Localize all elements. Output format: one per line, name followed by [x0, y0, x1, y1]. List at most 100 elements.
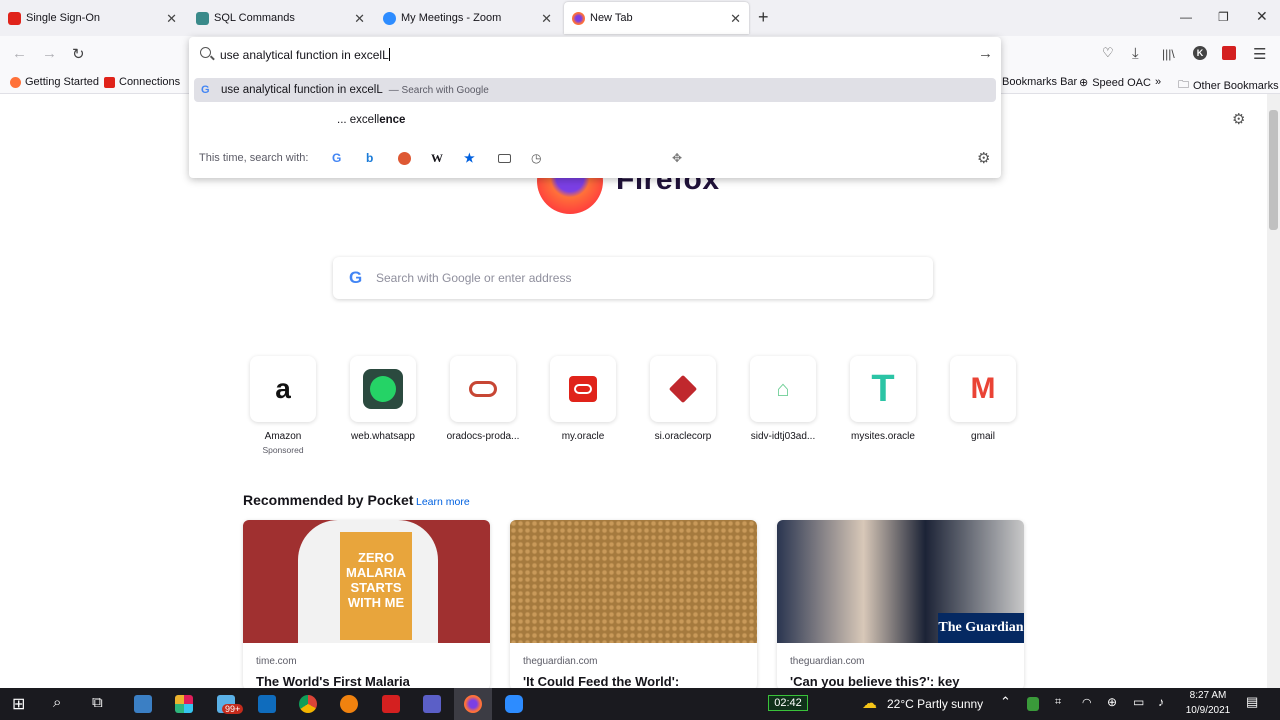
display-icon[interactable]: ▭ [1133, 695, 1144, 709]
search-settings-icon[interactable]: ⚙ [977, 149, 990, 167]
suggestion-excellence[interactable]: ... excellence [337, 114, 405, 126]
top-site-label: gmail [971, 431, 995, 442]
pocket-card[interactable]: The Guardian theguardian.com 'Can you be… [777, 520, 1024, 690]
history-icon[interactable]: ◷ [531, 151, 541, 165]
reload-icon[interactable]: ↻ [72, 45, 85, 63]
search-icon[interactable]: ⌕ [53, 694, 61, 711]
pocket-card[interactable]: ZERO MALARIA STARTS WITH ME time.com The… [243, 520, 490, 690]
shirt-print: ZERO MALARIA STARTS WITH ME [340, 532, 412, 640]
whatsapp-icon [363, 369, 403, 409]
tab-title: My Meetings - Zoom [401, 12, 502, 24]
bookmark-other[interactable]: 🗀 Other Bookmarks [1178, 76, 1279, 95]
tab-title: SQL Commands [214, 12, 295, 24]
acrobat-icon[interactable] [382, 695, 400, 713]
bookmark-getting-started[interactable]: Getting Started [10, 76, 99, 88]
top-site-mysites[interactable]: T [850, 356, 916, 422]
system-time[interactable]: 8:27 AM [1188, 690, 1228, 701]
folder-icon: 🗀 [1178, 79, 1189, 91]
top-site-oradocs[interactable] [450, 356, 516, 422]
bookmarks-star-icon[interactable]: ★ [464, 151, 475, 165]
scrollbar-thumb[interactable] [1269, 110, 1278, 230]
top-site-si-oraclecorp[interactable] [650, 356, 716, 422]
system-date[interactable]: 10/9/2021 [1184, 705, 1232, 716]
window-close-icon[interactable]: ✕ [1256, 8, 1268, 25]
urlbar-popup: use analytical function in excelL → G us… [189, 37, 1001, 178]
close-icon[interactable]: ✕ [354, 11, 365, 27]
tab-zoom[interactable]: My Meetings - Zoom ✕ [375, 2, 560, 34]
oracle-icon [104, 76, 115, 88]
suggestion-prefix: ... excell [337, 114, 380, 126]
top-site-label: si.oraclecorp [654, 431, 712, 442]
teams-icon[interactable] [423, 695, 441, 713]
suggestion-engine: — Search with Google [388, 84, 489, 96]
tab-sql-commands[interactable]: SQL Commands ✕ [188, 2, 373, 34]
close-icon[interactable]: ✕ [730, 11, 741, 27]
learn-more-link[interactable]: Learn more [416, 496, 470, 508]
windows-start-icon[interactable]: ⊞ [12, 694, 25, 714]
downloads-icon[interactable]: ⤓ [1132, 45, 1139, 62]
duckduckgo-icon[interactable] [398, 152, 411, 165]
suggestion-google[interactable]: G use analytical function in excelL — Se… [194, 78, 996, 102]
sql-icon [196, 11, 209, 25]
top-site-gmail[interactable]: M [950, 356, 1016, 422]
acrobat-icon[interactable] [1222, 46, 1236, 60]
urlbar-value[interactable]: use analytical function in excelL [220, 48, 390, 62]
bing-icon[interactable]: b [366, 151, 373, 165]
forward-icon[interactable]: → [42, 45, 57, 62]
go-arrow-icon[interactable]: → [978, 45, 993, 62]
card-title: 'It Could Feed the World': [523, 674, 680, 689]
bookmark-connections[interactable]: Connections [104, 76, 180, 88]
search-tool-icon[interactable] [340, 695, 358, 713]
close-icon[interactable]: ✕ [541, 11, 552, 27]
top-site-label: web.whatsapp [351, 431, 415, 442]
weather-text[interactable]: 22°C Partly sunny [887, 697, 983, 711]
wikipedia-icon[interactable]: W [431, 151, 443, 166]
card-source: theguardian.com [790, 656, 865, 667]
chrome-icon[interactable] [299, 695, 317, 713]
slack-icon[interactable] [175, 695, 193, 713]
top-site-my-oracle[interactable] [550, 356, 616, 422]
account-avatar[interactable]: K [1193, 46, 1207, 60]
main-search-box[interactable]: G Search with Google or enter address [333, 257, 933, 299]
bookmarks-overflow-icon[interactable]: » [1155, 76, 1161, 88]
one-off-label: This time, search with: [199, 152, 309, 164]
new-tab-button[interactable]: + [758, 8, 769, 26]
tab-new-tab[interactable]: New Tab ✕ [564, 2, 749, 34]
zoom-icon [383, 11, 396, 25]
close-icon[interactable]: ✕ [166, 11, 177, 27]
card-source: time.com [256, 656, 297, 667]
bookmark-bookmarks-bar[interactable]: Bookmarks Bar [1002, 76, 1077, 88]
google-search-icon[interactable]: G [332, 151, 341, 165]
top-site-whatsapp[interactable] [350, 356, 416, 422]
calculator-icon[interactable] [134, 695, 152, 713]
tray-app-icon[interactable] [1027, 697, 1039, 711]
pocket-heading: Recommended by Pocket [243, 492, 414, 508]
move-cursor-icon: ✥ [672, 151, 683, 165]
tray-network-icon[interactable]: ⌗ [1055, 696, 1061, 709]
restore-icon[interactable]: ❐ [1218, 10, 1229, 24]
pocket-card[interactable]: theguardian.com 'It Could Feed the World… [510, 520, 757, 690]
top-site-sidv[interactable]: ⌂ [750, 356, 816, 422]
tab-single-sign-on[interactable]: Single Sign-On ✕ [0, 2, 185, 34]
minimize-icon[interactable]: — [1180, 10, 1192, 24]
wifi-icon[interactable]: ◠ [1082, 696, 1092, 709]
top-site-label: mysites.oracle [851, 431, 915, 442]
tabs-icon[interactable] [498, 154, 511, 163]
library-icon[interactable]: |||\ [1162, 47, 1175, 61]
urlbar-input[interactable]: use analytical function in excelL → [189, 37, 1001, 71]
chevron-up-icon[interactable]: ⌃ [1000, 694, 1011, 710]
bookmark-speed-oac[interactable]: ⊕ Speed OAC [1079, 76, 1151, 90]
task-view-icon[interactable]: ⧉ [92, 694, 103, 711]
zoom-icon[interactable] [505, 695, 523, 713]
page-settings-icon[interactable]: ⚙ [1232, 110, 1245, 128]
firefox-icon[interactable] [464, 695, 482, 713]
outlook-icon[interactable] [258, 695, 276, 713]
pocket-icon[interactable]: ♡ [1102, 45, 1114, 61]
notifications-icon[interactable]: ▤ [1246, 694, 1258, 710]
top-site-amazon[interactable]: a [250, 356, 316, 422]
globe-icon[interactable]: ⊕ [1107, 695, 1117, 709]
top-site-label: Amazon [264, 431, 302, 442]
volume-icon[interactable]: ♪ [1158, 695, 1164, 709]
menu-icon[interactable]: ☰ [1253, 45, 1266, 63]
back-icon[interactable]: ← [12, 45, 27, 62]
